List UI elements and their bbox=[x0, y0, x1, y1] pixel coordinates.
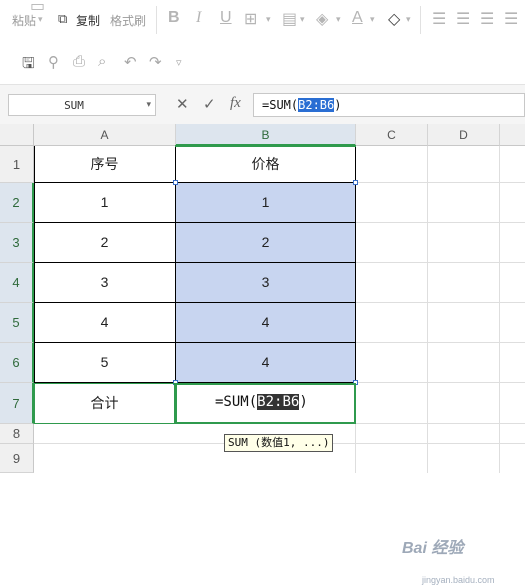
formula-range: B2:B6 bbox=[298, 98, 335, 112]
underline-icon[interactable]: U bbox=[220, 9, 232, 27]
column-header-b[interactable]: B bbox=[176, 124, 356, 146]
cell-formula-suffix: ) bbox=[299, 394, 308, 410]
quick-access-toolbar: 🖫 ⚲ ⎙ ⌕ ↶ ↷ ▿ bbox=[0, 42, 525, 84]
row-header-4[interactable]: 4 bbox=[0, 263, 34, 303]
divider bbox=[156, 6, 157, 34]
select-all-corner[interactable] bbox=[0, 124, 34, 146]
undo-icon[interactable]: ↶ bbox=[124, 53, 137, 71]
cell-a2[interactable]: 1 bbox=[34, 183, 175, 222]
divider bbox=[420, 6, 421, 34]
customize-icon[interactable]: ▿ bbox=[176, 56, 182, 69]
fill-color-icon[interactable]: ◈ bbox=[316, 9, 328, 29]
align-center-icon[interactable]: ☰ bbox=[456, 9, 470, 29]
column-header-c[interactable]: C bbox=[356, 124, 428, 146]
copy-button[interactable]: 复制 bbox=[76, 12, 100, 29]
cell-b1[interactable]: 价格 bbox=[176, 146, 355, 182]
border-icon[interactable]: ⊞ bbox=[244, 9, 257, 29]
cell-b7-formula: =SUM(B2:B6) bbox=[215, 394, 308, 410]
name-box[interactable]: SUM ▾ bbox=[8, 94, 156, 116]
name-box-value: SUM bbox=[64, 99, 84, 112]
eraser-icon[interactable]: ◇ bbox=[388, 9, 400, 29]
chevron-down-icon[interactable]: ▾ bbox=[370, 14, 375, 25]
confirm-icon[interactable]: ✓ bbox=[203, 95, 216, 113]
justify-icon[interactable]: ☰ bbox=[504, 9, 518, 29]
formula-text: =SUM(B2:B6) bbox=[262, 98, 341, 112]
font-color-icon[interactable]: A bbox=[352, 9, 363, 27]
cloud-icon[interactable]: ⚲ bbox=[48, 53, 59, 71]
cell-a4[interactable]: 3 bbox=[34, 263, 175, 302]
chevron-down-icon[interactable]: ▾ bbox=[300, 14, 305, 25]
preview-icon[interactable]: ⌕ bbox=[98, 53, 106, 70]
cell-a1[interactable]: 序号 bbox=[34, 146, 175, 182]
baidu-watermark-url: jingyan.baidu.com bbox=[422, 575, 495, 585]
column-header-d[interactable]: D bbox=[428, 124, 500, 146]
row-header-9[interactable]: 9 bbox=[0, 444, 34, 473]
row-header-3[interactable]: 3 bbox=[0, 223, 34, 263]
chevron-down-icon[interactable]: ▾ bbox=[406, 14, 411, 25]
cell-b4[interactable]: 3 bbox=[176, 263, 355, 302]
row-header-2[interactable]: 2 bbox=[0, 183, 34, 223]
row-header-7[interactable]: 7 bbox=[0, 383, 34, 424]
baidu-watermark: Bai 经验 bbox=[402, 540, 464, 557]
chevron-down-icon[interactable]: ▾ bbox=[38, 14, 43, 25]
spreadsheet-grid: A B C D 1 2 3 4 5 6 7 8 9 序号 价格 1 1 2 2 … bbox=[0, 124, 525, 585]
align-left-icon[interactable]: ☰ bbox=[432, 9, 446, 29]
cell-a5[interactable]: 4 bbox=[34, 303, 175, 342]
function-tooltip: SUM (数值1, ...) bbox=[224, 434, 334, 452]
cell-a6[interactable]: 5 bbox=[34, 343, 175, 382]
chevron-down-icon[interactable]: ▾ bbox=[336, 14, 341, 25]
column-header-a[interactable]: A bbox=[34, 124, 176, 146]
formula-suffix: ) bbox=[334, 98, 342, 112]
cell-a7[interactable]: 合计 bbox=[34, 383, 175, 423]
cell-b6[interactable]: 4 bbox=[176, 343, 355, 382]
cell-b2[interactable]: 1 bbox=[176, 183, 355, 222]
cancel-icon[interactable]: ✕ bbox=[176, 95, 189, 113]
chevron-down-icon[interactable]: ▾ bbox=[266, 14, 271, 25]
save-icon[interactable]: 🖫 bbox=[22, 53, 35, 78]
cell-formula-range: B2:B6 bbox=[257, 394, 300, 410]
formula-prefix: =SUM( bbox=[262, 98, 299, 112]
row-header-5[interactable]: 5 bbox=[0, 303, 34, 343]
bold-icon[interactable]: B bbox=[168, 9, 180, 27]
row-header-6[interactable]: 6 bbox=[0, 343, 34, 383]
row-header-8[interactable]: 8 bbox=[0, 424, 34, 444]
cell-b3[interactable]: 2 bbox=[176, 223, 355, 262]
fx-icon[interactable]: fx bbox=[230, 95, 241, 112]
row-header-1[interactable]: 1 bbox=[0, 146, 34, 183]
cell-a3[interactable]: 2 bbox=[34, 223, 175, 262]
column-header-e[interactable] bbox=[500, 124, 525, 146]
fill-style-icon[interactable]: ▤ bbox=[282, 9, 297, 29]
format-painter-button[interactable]: 格式刷 bbox=[110, 12, 146, 29]
formula-input[interactable]: =SUM(B2:B6) bbox=[253, 93, 525, 117]
ribbon-toolbar: ▭ 粘贴 ▾ ⧉ 复制 格式刷 B I U ⊞ ▾ ▤ ▾ ◈ ▾ A ▾ ◇ … bbox=[0, 0, 525, 43]
redo-icon[interactable]: ↷ bbox=[149, 53, 162, 71]
cell-formula-prefix: =SUM( bbox=[215, 394, 258, 410]
formula-bar: SUM ▾ ✕ ✓ fx =SUM(B2:B6) bbox=[0, 84, 525, 126]
align-right-icon[interactable]: ☰ bbox=[480, 9, 494, 29]
copy-icon[interactable]: ⧉ bbox=[58, 11, 67, 27]
print-icon[interactable]: ⎙ bbox=[73, 53, 85, 70]
italic-icon[interactable]: I bbox=[196, 9, 201, 27]
cell-b5[interactable]: 4 bbox=[176, 303, 355, 342]
paste-button[interactable]: 粘贴 bbox=[12, 12, 36, 29]
chevron-down-icon[interactable]: ▾ bbox=[146, 99, 151, 110]
